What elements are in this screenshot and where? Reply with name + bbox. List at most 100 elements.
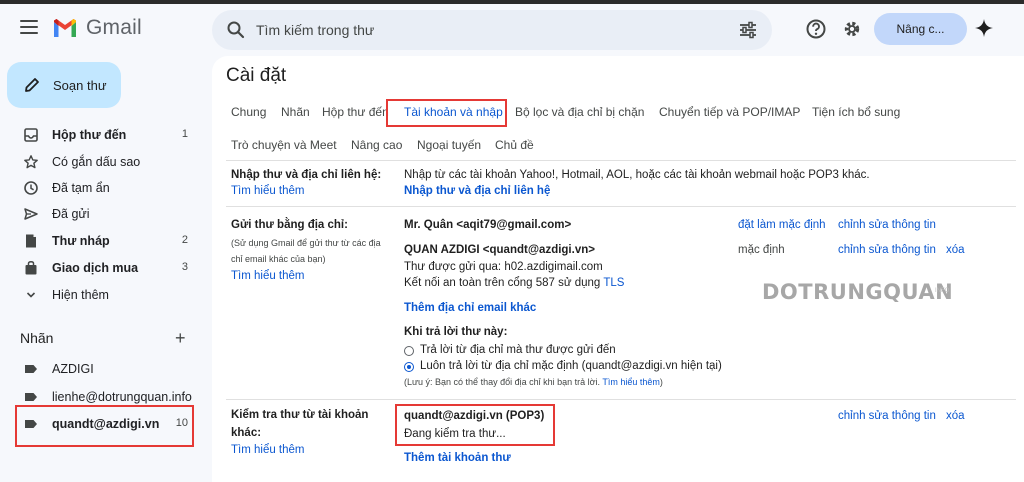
draft-icon: [26, 234, 36, 248]
sidebar-item-label: lienhe@dotrungquan.info: [52, 390, 192, 404]
sidebar-item-starred[interactable]: Có gắn dấu sao: [0, 150, 200, 174]
main-menu-icon[interactable]: [20, 20, 38, 34]
tab-advanced[interactable]: Nâng cao: [351, 138, 402, 152]
reply-option-label: Trả lời từ địa chỉ mà thư được gửi đến: [420, 344, 616, 356]
tab-chat-meet[interactable]: Trò chuyện và Meet: [231, 138, 337, 152]
gmail-m-icon: [54, 19, 76, 37]
sidebar-item-label: Giao dịch mua: [52, 261, 139, 275]
reply-from-received-radio[interactable]: [404, 346, 414, 356]
sidebar-item-label: Hộp thư đến: [52, 128, 127, 142]
tab-addons[interactable]: Tiện ích bổ sung: [812, 105, 900, 119]
reply-heading: Khi trả lời thư này:: [404, 326, 508, 338]
sidebar-item-count: 3: [181, 261, 188, 273]
tab-inbox[interactable]: Hộp thư đến: [322, 105, 389, 119]
labels-heading: Nhãn: [20, 330, 54, 346]
watermark-logo: DOTRUNGQUAN: [762, 280, 954, 304]
gear-icon[interactable]: [841, 18, 863, 40]
import-description: Nhập từ các tài khoản Yahoo!, Hotmail, A…: [404, 169, 870, 181]
import-learn-more-link[interactable]: Tìm hiểu thêm: [231, 185, 305, 197]
reply-note-text: (Lưu ý: Bạn có thể thay đổi địa chỉ khi …: [404, 377, 601, 387]
sidebar-item-inbox[interactable]: Hộp thư đến 1: [0, 123, 200, 147]
tab-offline[interactable]: Ngoại tuyến: [417, 138, 481, 152]
make-default-link[interactable]: đặt làm mặc định: [738, 219, 826, 231]
top-edge-bar: [0, 0, 1024, 4]
sidebar-item-count: 2: [181, 234, 188, 246]
default-badge: mặc định: [738, 244, 785, 256]
send-as-section-label: Gửi thư bằng địa chỉ:: [231, 219, 348, 231]
search-options-icon[interactable]: [738, 21, 758, 39]
sidebar-item-purchases[interactable]: Giao dịch mua 3: [0, 256, 200, 280]
highlight-box-account: [395, 404, 555, 446]
help-icon[interactable]: [805, 18, 827, 40]
secure-port-info: Kết nối an toàn trên cổng 587 sử dụng TL…: [404, 277, 624, 289]
sidebar-item-count: 1: [181, 128, 188, 140]
divider: [226, 206, 1016, 207]
label-tag-icon: [25, 393, 37, 401]
send-as-account-primary: Mr. Quân <aqit79@gmail.com>: [404, 219, 572, 231]
add-email-address-link[interactable]: Thêm địa chỉ email khác: [404, 302, 536, 314]
compose-button[interactable]: Soạn thư: [7, 62, 121, 108]
gemini-spark-icon[interactable]: [974, 18, 994, 38]
watermark-sub: INFO: [935, 288, 950, 294]
divider: [226, 399, 1016, 400]
check-mail-section-label: Kiểm tra thư từ tài khoản: [231, 409, 369, 421]
send-as-note: chỉ email khác của bạn): [231, 254, 326, 264]
send-icon: [24, 208, 38, 220]
edit-info-link[interactable]: chỉnh sửa thông tin: [838, 244, 936, 256]
search-icon[interactable]: [226, 20, 246, 40]
reply-note-end: ): [659, 377, 663, 387]
edit-info-link[interactable]: chỉnh sửa thông tin: [838, 410, 936, 422]
sidebar-item-more[interactable]: Hiện thêm: [0, 283, 200, 307]
tab-filters[interactable]: Bộ lọc và địa chỉ bị chặn: [515, 105, 644, 119]
delete-link[interactable]: xóa: [946, 410, 965, 422]
sidebar-item-label: Thư nháp: [52, 234, 110, 248]
sidebar-item-snoozed[interactable]: Đã tạm ẩn: [0, 176, 200, 200]
check-mail-learn-more-link[interactable]: Tìm hiểu thêm: [231, 444, 305, 456]
send-as-learn-more-link[interactable]: Tìm hiểu thêm: [231, 270, 305, 282]
edit-info-link[interactable]: chỉnh sửa thông tin: [838, 219, 936, 231]
gmail-logo[interactable]: Gmail: [52, 16, 142, 40]
import-mail-contacts-link[interactable]: Nhập thư và địa chỉ liên hệ: [404, 185, 550, 197]
send-as-account-default: QUAN AZDIGI <quandt@azdigi.vn>: [404, 244, 595, 256]
sidebar-item-sent[interactable]: Đã gửi: [0, 202, 200, 226]
search-bar[interactable]: [212, 10, 772, 50]
reply-note: (Lưu ý: Bạn có thể thay đổi địa chỉ khi …: [404, 377, 663, 387]
app-name: Gmail: [86, 16, 142, 39]
compose-label: Soạn thư: [53, 77, 107, 93]
label-tag-icon: [25, 365, 37, 373]
add-label-icon[interactable]: +: [175, 329, 186, 347]
send-as-note: (Sử dụng Gmail để gửi thư từ các địa: [231, 238, 381, 248]
check-mail-section-label: khác:: [231, 427, 262, 439]
search-input[interactable]: [256, 10, 706, 50]
pencil-icon: [25, 78, 39, 92]
tab-themes[interactable]: Chủ đề: [495, 138, 534, 152]
tab-general[interactable]: Chung: [231, 105, 266, 119]
import-section-label: Nhập thư và địa chỉ liên hệ:: [231, 169, 382, 181]
sidebar-label-azdigi[interactable]: AZDIGI: [0, 357, 200, 381]
clock-icon: [24, 181, 38, 195]
secure-port-text: Kết nối an toàn trên cổng 587 sử dụng: [404, 277, 601, 289]
sidebar-item-label: Đã tạm ẩn: [52, 181, 110, 195]
tab-labels[interactable]: Nhãn: [281, 105, 310, 119]
divider: [226, 160, 1016, 161]
sidebar-item-label: Có gắn dấu sao: [52, 155, 141, 169]
chevron-down-icon: [26, 292, 36, 298]
sidebar-item-label: AZDIGI: [52, 362, 94, 376]
smtp-server-info: Thư được gửi qua: h02.azdigimail.com: [404, 261, 603, 273]
upgrade-button[interactable]: Nâng c...: [874, 13, 967, 45]
highlight-box-label: [15, 405, 194, 447]
reply-from-default-radio[interactable]: [404, 362, 414, 372]
sidebar-item-label: Đã gửi: [52, 207, 90, 221]
page-title: Cài đặt: [226, 65, 287, 86]
add-mail-account-link[interactable]: Thêm tài khoản thư: [404, 452, 511, 464]
reply-learn-more-link[interactable]: Tìm hiểu thêm: [602, 377, 660, 387]
inbox-icon: [24, 128, 38, 142]
sidebar-item-label: Hiện thêm: [52, 288, 109, 302]
sidebar-item-drafts[interactable]: Thư nháp 2: [0, 229, 200, 253]
star-icon: [24, 155, 38, 169]
highlight-box-tab: [386, 99, 507, 127]
purchase-icon: [25, 261, 37, 275]
delete-link[interactable]: xóa: [946, 244, 965, 256]
tab-forwarding[interactable]: Chuyển tiếp và POP/IMAP: [659, 105, 800, 119]
tls-link[interactable]: TLS: [603, 277, 624, 289]
